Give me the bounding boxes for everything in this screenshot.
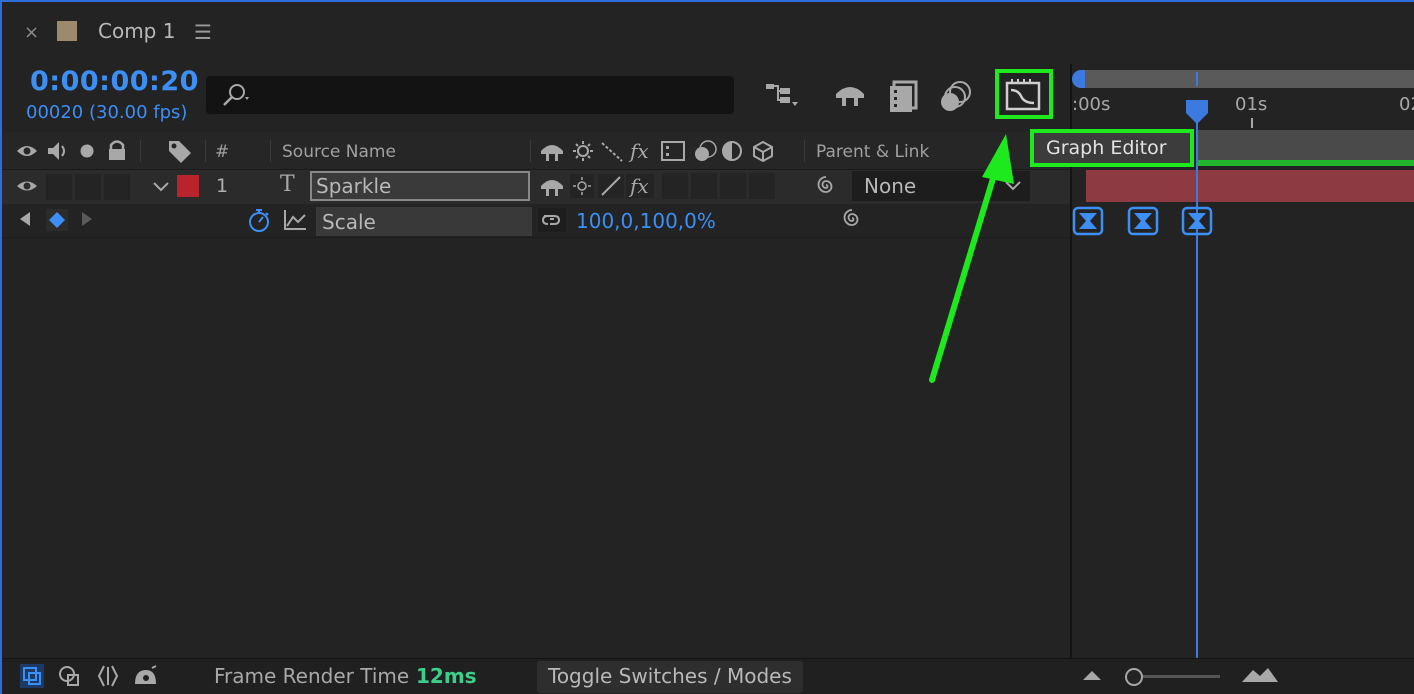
label-tag-icon xyxy=(169,141,191,163)
motion-blur-switch[interactable] xyxy=(662,173,688,199)
property-name: Scale xyxy=(316,207,532,236)
timeline-panel: × Comp 1 ☰ 0:00:00:20 00020 (30.00 fps) xyxy=(0,0,1414,694)
switches-header-icons: fx xyxy=(541,139,773,163)
svg-text:fx: fx xyxy=(628,139,649,163)
layer-switches[interactable]: fx xyxy=(538,174,658,198)
tick-mark xyxy=(1251,118,1253,128)
frame-render-time-value: 12ms xyxy=(416,664,477,688)
previous-keyframe-icon[interactable] xyxy=(18,211,32,227)
playhead-handle[interactable] xyxy=(1185,99,1209,125)
adjustment-switch[interactable] xyxy=(720,173,746,199)
toggle-switches-modes-button[interactable]: Toggle Switches / Modes xyxy=(537,661,803,693)
motion-blur-icon[interactable] xyxy=(936,76,976,116)
zoom-in-icon[interactable] xyxy=(1240,664,1280,686)
solo-icon xyxy=(80,144,94,158)
layer-audio-toggle[interactable] xyxy=(46,174,72,200)
current-time-display[interactable]: 0:00:00:20 xyxy=(30,66,199,97)
layer-visibility-icon[interactable] xyxy=(16,177,38,195)
column-number: # xyxy=(215,142,230,162)
video-visibility-icon xyxy=(17,146,37,156)
layer-label-color[interactable] xyxy=(177,175,199,197)
lock-icon xyxy=(109,140,125,160)
graph-editor-icon[interactable] xyxy=(1004,76,1044,116)
search-input[interactable] xyxy=(206,76,734,114)
layer-lock-toggle[interactable] xyxy=(104,174,130,200)
layer-switches-pane-icon[interactable] xyxy=(20,664,44,688)
close-icon[interactable]: × xyxy=(24,22,39,43)
layer-solo-toggle[interactable] xyxy=(75,174,101,200)
composition-flowchart-icon[interactable] xyxy=(764,76,804,116)
cache-indicator-bar xyxy=(1196,160,1414,166)
layer-duration-bar[interactable] xyxy=(1086,170,1414,202)
transfer-controls-pane-icon[interactable] xyxy=(58,664,82,688)
layer-number: 1 xyxy=(216,175,229,197)
navigator-playhead-marker xyxy=(1196,72,1198,86)
hamburger-menu-icon[interactable]: ☰ xyxy=(194,20,212,44)
time-navigator-bar[interactable] xyxy=(1076,70,1414,88)
time-navigator-start-handle[interactable] xyxy=(1072,70,1085,88)
graph-editor-tooltip: Graph Editor xyxy=(1030,129,1194,167)
expression-pick-whip-icon[interactable] xyxy=(840,207,864,231)
graph-toggle-icon[interactable] xyxy=(282,208,308,232)
keyframe-1[interactable] xyxy=(1072,206,1104,236)
in-out-pane-icon[interactable] xyxy=(96,664,120,688)
frame-render-time-label: Frame Render Time xyxy=(214,664,410,688)
svg-text:fx: fx xyxy=(628,174,649,198)
search-icon xyxy=(223,84,249,106)
frame-blend-switch[interactable] xyxy=(691,173,717,199)
draft-3d-icon[interactable] xyxy=(832,76,872,116)
comp-color-swatch xyxy=(57,21,77,41)
frame-blending-icon[interactable] xyxy=(886,76,926,116)
text-layer-icon: T xyxy=(280,172,295,197)
add-keyframe-icon[interactable] xyxy=(46,209,68,231)
constrain-proportions-icon[interactable] xyxy=(538,208,566,232)
work-area-bar[interactable] xyxy=(1196,130,1414,160)
zoom-out-icon[interactable] xyxy=(1080,666,1104,684)
frame-count-display: 00020 (30.00 fps) xyxy=(26,102,188,123)
zoom-slider-handle[interactable] xyxy=(1123,666,1145,688)
tick-label-2: 02 xyxy=(1399,94,1414,115)
chevron-down-icon[interactable] xyxy=(152,180,170,194)
next-keyframe-icon[interactable] xyxy=(80,211,94,227)
stopwatch-icon[interactable] xyxy=(246,207,272,233)
zoom-slider-track[interactable] xyxy=(1134,675,1220,678)
annotation-arrow xyxy=(929,134,1014,383)
keyframe-3[interactable] xyxy=(1181,206,1213,236)
layer-name-field[interactable]: Sparkle xyxy=(310,171,530,201)
pick-whip-icon[interactable] xyxy=(814,174,838,198)
comp-tab-title[interactable]: Comp 1 xyxy=(98,19,175,43)
tick-label-0: :00s xyxy=(1072,94,1111,115)
scale-value[interactable]: 100,0,100,0% xyxy=(576,209,716,233)
render-time-pane-icon[interactable] xyxy=(132,664,160,688)
column-source-name[interactable]: Source Name xyxy=(282,142,396,162)
keyframe-2[interactable] xyxy=(1127,206,1159,236)
3d-layer-switch[interactable] xyxy=(749,173,775,199)
tick-label-1: 01s xyxy=(1235,94,1268,115)
playhead-line[interactable] xyxy=(1196,102,1198,660)
audio-icon xyxy=(48,142,65,160)
